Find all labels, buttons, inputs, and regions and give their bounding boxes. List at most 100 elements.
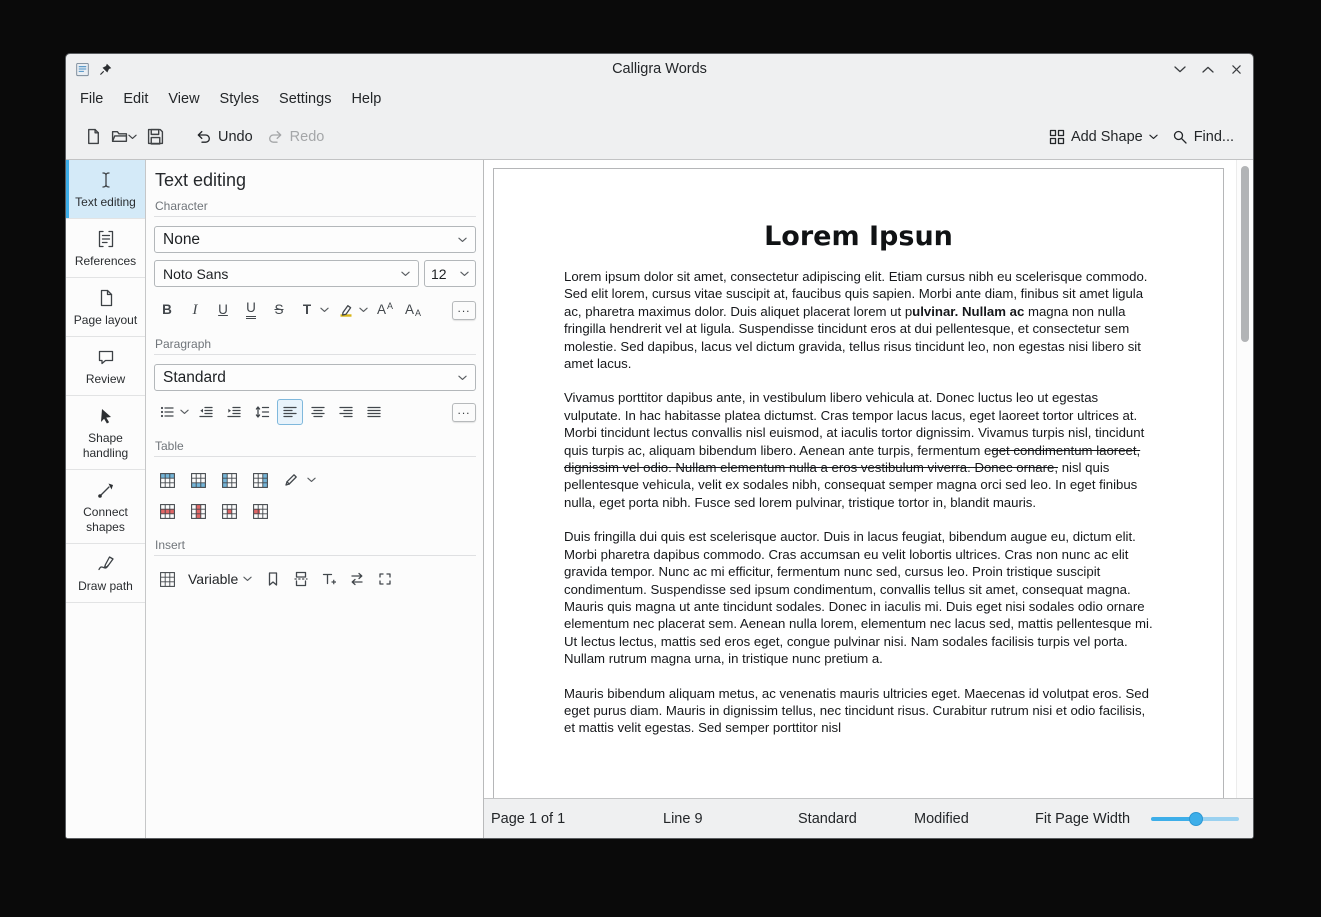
- text-color-button[interactable]: T: [294, 297, 320, 323]
- highlight-color-button[interactable]: [333, 297, 359, 323]
- minimize-button[interactable]: [1173, 62, 1187, 76]
- menu-styles[interactable]: Styles: [220, 91, 260, 107]
- main-toolbar: Undo Redo Add Shape Find...: [66, 114, 1253, 160]
- underline-button[interactable]: U: [210, 297, 236, 323]
- menu-edit[interactable]: Edit: [123, 91, 148, 107]
- line-spacing-button[interactable]: [249, 399, 275, 425]
- app-icon: [75, 62, 90, 77]
- sidebar-item-review[interactable]: Review: [66, 337, 145, 396]
- sidebar-item-draw-path[interactable]: Draw path: [66, 544, 145, 603]
- sidebar-item-shape-handling[interactable]: Shape handling: [66, 396, 145, 470]
- insert-text-button[interactable]: [316, 566, 342, 592]
- pin-icon[interactable]: [99, 62, 113, 76]
- strikethrough-button[interactable]: S: [266, 297, 292, 323]
- split-cells-button[interactable]: [247, 498, 273, 524]
- font-family-combo[interactable]: Noto Sans: [154, 260, 419, 287]
- undo-button[interactable]: Undo: [188, 122, 260, 152]
- subscript-button-glyph: A: [405, 303, 414, 317]
- titlebar[interactable]: Calligra Words: [66, 54, 1253, 84]
- table-border-dropdown[interactable]: [305, 467, 318, 493]
- double-underline-button-glyph: U: [246, 301, 256, 319]
- list-style-dropdown[interactable]: [178, 399, 191, 425]
- redo-button[interactable]: Redo: [260, 122, 332, 152]
- more-paragraph-options-button[interactable]: ...: [452, 403, 476, 422]
- connect-shapes-icon: [69, 480, 142, 502]
- redo-icon: [267, 129, 284, 145]
- align-center-button[interactable]: [305, 399, 331, 425]
- special-character-button[interactable]: [344, 566, 370, 592]
- zoom-slider[interactable]: [1151, 811, 1239, 827]
- menu-bar: File Edit View Styles Settings Help: [66, 84, 1253, 114]
- paragraph[interactable]: Lorem ipsum dolor sit amet, consectetur …: [564, 268, 1153, 372]
- subscript-button[interactable]: AA: [400, 297, 426, 323]
- chevron-down-icon: [243, 576, 252, 582]
- text-editing-icon: [69, 170, 142, 192]
- more-character-options-button[interactable]: ...: [452, 301, 476, 320]
- close-button[interactable]: [1229, 62, 1243, 76]
- page[interactable]: Lorem Ipsun Lorem ipsum dolor sit amet, …: [493, 168, 1224, 798]
- align-left-button[interactable]: [277, 399, 303, 425]
- vertical-scrollbar[interactable]: [1236, 160, 1253, 798]
- sidebar-item-connect-shapes[interactable]: Connect shapes: [66, 470, 145, 544]
- bold-button[interactable]: B: [154, 297, 180, 323]
- insert-index-button[interactable]: [154, 566, 180, 592]
- insert-bookmark-button[interactable]: [260, 566, 286, 592]
- zoom-slider-handle[interactable]: [1189, 812, 1203, 826]
- paragraph[interactable]: Vivamus porttitor dapibus ante, in vesti…: [564, 389, 1153, 511]
- paragraph-style-value: Standard: [163, 369, 226, 387]
- document-title[interactable]: Lorem Ipsun: [564, 221, 1153, 252]
- insert-frame-button[interactable]: [372, 566, 398, 592]
- sidebar-item-text-editing[interactable]: Text editing: [66, 160, 145, 219]
- font-size-combo[interactable]: 12: [424, 260, 476, 287]
- more-paragraph-options-button-glyph: ...: [457, 404, 470, 416]
- italic-button[interactable]: I: [182, 297, 208, 323]
- save-button[interactable]: [140, 122, 170, 152]
- menu-help[interactable]: Help: [351, 91, 381, 107]
- menu-view[interactable]: View: [168, 91, 199, 107]
- paragraph-style-combo[interactable]: Standard: [154, 364, 476, 391]
- section-character-label: Character: [154, 198, 476, 217]
- insert-column-left-button[interactable]: [216, 467, 242, 493]
- superscript-button[interactable]: AA: [372, 297, 398, 323]
- align-right-button[interactable]: [333, 399, 359, 425]
- variable-dropdown[interactable]: Variable: [182, 566, 258, 592]
- insert-column-right-button[interactable]: [247, 467, 273, 493]
- list-style-button[interactable]: [154, 399, 180, 425]
- character-style-combo[interactable]: None: [154, 226, 476, 253]
- highlight-color-dropdown[interactable]: [357, 297, 370, 323]
- menu-settings[interactable]: Settings: [279, 91, 331, 107]
- text-editing-docker: Text editing Character None Noto Sans 12: [146, 160, 484, 838]
- decrease-indent-button[interactable]: [193, 399, 219, 425]
- line-indicator: Line 9: [663, 811, 703, 827]
- maximize-button[interactable]: [1201, 62, 1215, 76]
- zoom-mode-indicator[interactable]: Fit Page Width: [1035, 811, 1130, 827]
- text-color-dropdown[interactable]: [318, 297, 331, 323]
- insert-row-above-button[interactable]: [154, 467, 180, 493]
- page-layout-icon: [69, 288, 142, 310]
- merge-cells-button[interactable]: [216, 498, 242, 524]
- table-border-pen-button[interactable]: [278, 467, 304, 493]
- open-document-button[interactable]: [108, 122, 140, 152]
- page-indicator[interactable]: Page 1 of 1: [491, 811, 565, 827]
- double-underline-button[interactable]: U: [238, 297, 264, 323]
- paragraph[interactable]: Duis fringilla dui quis est scelerisque …: [564, 528, 1153, 667]
- sidebar-item-page-layout[interactable]: Page layout: [66, 278, 145, 337]
- delete-column-button[interactable]: [185, 498, 211, 524]
- scrollbar-thumb[interactable]: [1241, 166, 1249, 342]
- menu-file[interactable]: File: [80, 91, 103, 107]
- add-shape-label: Add Shape: [1071, 129, 1143, 145]
- insert-row-below-button[interactable]: [185, 467, 211, 493]
- insert-page-break-button[interactable]: [288, 566, 314, 592]
- paragraph-style-indicator[interactable]: Standard: [798, 811, 857, 827]
- paragraph[interactable]: Mauris bibendum aliquam metus, ac venena…: [564, 685, 1153, 737]
- sidebar-item-references[interactable]: References: [66, 219, 145, 278]
- find-button[interactable]: Find...: [1165, 122, 1241, 152]
- increase-indent-button[interactable]: [221, 399, 247, 425]
- new-document-button[interactable]: [78, 122, 108, 152]
- add-shape-button[interactable]: Add Shape: [1042, 122, 1165, 152]
- sidebar-item-label: Page layout: [74, 313, 137, 327]
- delete-row-button[interactable]: [154, 498, 180, 524]
- calligra-words-window: Calligra Words File Edit View Styles Setting…: [65, 53, 1254, 839]
- document-canvas[interactable]: Lorem Ipsun Lorem ipsum dolor sit amet, …: [484, 160, 1253, 798]
- align-justify-button[interactable]: [361, 399, 387, 425]
